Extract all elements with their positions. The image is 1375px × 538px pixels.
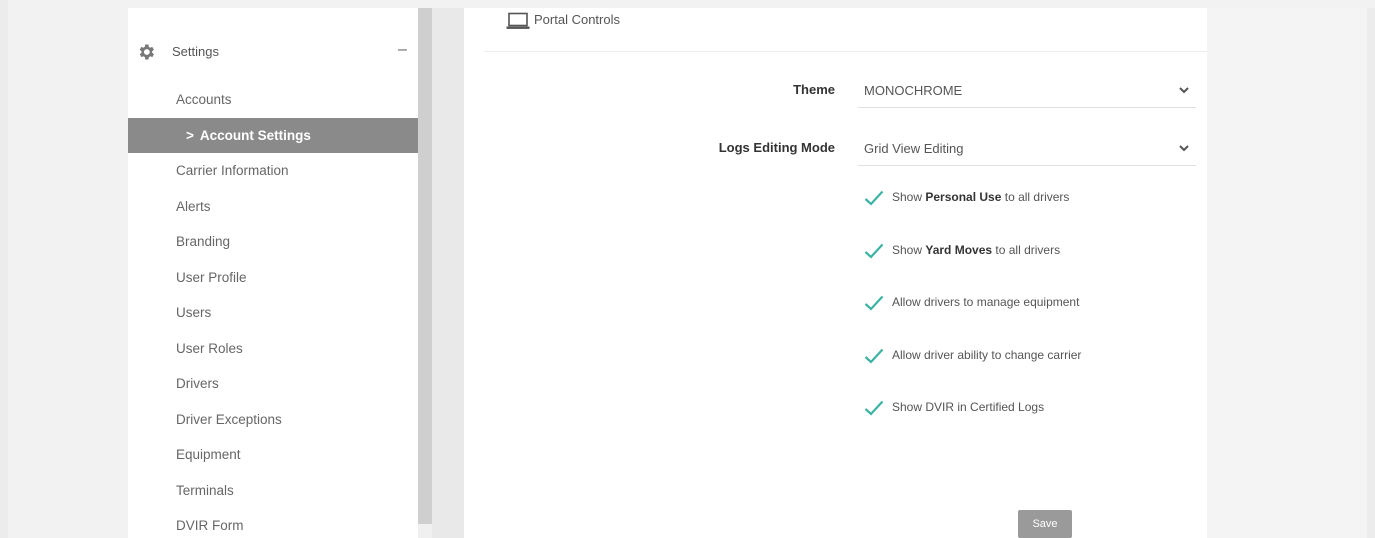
sidebar-item-label: DVIR Form [176, 518, 244, 533]
option-label-post: to all drivers [992, 242, 1061, 257]
option-label-pre: Allow drivers to manage equipment [892, 295, 1080, 309]
sidebar-nav-list: Accounts > Account Settings Carrier Informa… [128, 82, 432, 538]
sidebar-item-users[interactable]: Users [128, 295, 432, 331]
theme-select[interactable]: MONOCHROME [858, 74, 1196, 108]
option-label-bold: Yard Moves [925, 242, 993, 257]
option-checkbox[interactable]: Allow drivers to manage equipment [864, 291, 1194, 344]
sidebar-item-label: Accounts [176, 92, 232, 107]
chevron-right-icon: > [186, 127, 194, 143]
sidebar-item-label: Drivers [176, 376, 219, 391]
sidebar-item-label: Alerts [176, 198, 211, 214]
sidebar-item-terminals[interactable]: Terminals [128, 473, 432, 509]
sidebar-item-account-settings[interactable]: > Account Settings [128, 117, 432, 153]
settings-section-label: Settings [172, 44, 219, 59]
window-edge-right [1367, 8, 1375, 538]
checkmark-icon [864, 348, 884, 364]
sidebar-item-label: Account Settings [199, 127, 311, 143]
checkmark-icon [864, 243, 884, 259]
theme-label: Theme [793, 82, 835, 97]
save-button[interactable]: Save [1018, 510, 1072, 538]
sidebar-scrollbar-thumb[interactable] [418, 8, 432, 524]
sidebar-item-label: Carrier Information [176, 163, 289, 178]
settings-section-header[interactable]: Settings – [128, 38, 418, 66]
logs-editing-select-value: Grid View Editing [864, 141, 964, 156]
option-label: Show DVIR in Certified Logs [892, 396, 1044, 418]
right-gutter [1207, 8, 1367, 538]
laptop-icon [506, 12, 530, 29]
collapse-toggle[interactable]: – [398, 41, 407, 59]
logs-editing-select[interactable]: Grid View Editing [858, 132, 1196, 166]
page-title: Portal Controls [534, 12, 620, 27]
options-checklist: Show Personal Use to all drivers Show Yar… [864, 186, 1194, 449]
checkmark-icon [864, 400, 884, 416]
checkmark-icon [864, 190, 884, 206]
sidebar-item-equipment[interactable]: Equipment [128, 437, 432, 473]
panel-divider [432, 8, 464, 538]
logs-editing-row: Logs Editing Mode Grid View Editing [464, 128, 1207, 168]
sidebar-item-user-roles[interactable]: User Roles [128, 331, 432, 367]
sidebar-item-driver-exceptions[interactable]: Driver Exceptions [128, 402, 432, 438]
option-label-pre: Show [892, 242, 926, 257]
sidebar-item-branding[interactable]: Branding [128, 224, 432, 260]
option-label: Show Personal Use to all drivers [892, 186, 1069, 208]
checkmark-icon [864, 295, 884, 311]
sidebar-item-label: Equipment [176, 447, 241, 462]
sidebar-item-label: Driver Exceptions [176, 411, 282, 427]
option-label: Show Yard Moves to all drivers [892, 239, 1060, 261]
sidebar-item-label: Terminals [176, 482, 234, 498]
option-checkbox[interactable]: Allow driver ability to change carrier [864, 344, 1194, 397]
option-checkbox[interactable]: Show Personal Use to all drivers [864, 186, 1194, 239]
sidebar-item-drivers[interactable]: Drivers [128, 366, 432, 402]
theme-select-value: MONOCHROME [864, 83, 963, 98]
sidebar-item-user-profile[interactable]: User Profile [128, 260, 432, 296]
option-label-post: to all drivers [1001, 190, 1070, 204]
sidebar-item-label: Branding [176, 234, 231, 249]
main-panel: Portal Controls Theme MONOCHROME Logs Ed… [464, 8, 1207, 538]
window-edge-left [0, 0, 8, 538]
option-label-pre: Show DVIR in Certified Logs [892, 400, 1045, 414]
logs-editing-label: Logs Editing Mode [718, 140, 835, 155]
option-label: Allow drivers to manage equipment [892, 291, 1079, 313]
sidebar-item-dvir-form[interactable]: DVIR Form [128, 508, 432, 538]
sidebar-item-label: User Profile [176, 269, 247, 285]
option-checkbox[interactable]: Show DVIR in Certified Logs [864, 396, 1194, 449]
sidebar: Settings – Accounts > Account Settings Carr… [128, 8, 432, 538]
option-label-pre: Show [892, 190, 926, 204]
sidebar-item-alerts[interactable]: Alerts [128, 189, 432, 225]
panel-header: Portal Controls [484, 8, 1207, 52]
sidebar-item-accounts[interactable]: Accounts [128, 82, 432, 118]
chevron-down-icon [1179, 145, 1189, 152]
option-label-pre: Allow driver ability to change carrier [892, 347, 1082, 362]
option-label-bold: Personal Use [925, 190, 1002, 204]
gear-icon [139, 44, 154, 60]
sidebar-item-label: Users [176, 305, 212, 320]
theme-row: Theme MONOCHROME [464, 70, 1207, 110]
sidebar-item-carrier-information[interactable]: Carrier Information [128, 153, 432, 189]
sidebar-item-label: User Roles [176, 340, 243, 356]
option-checkbox[interactable]: Show Yard Moves to all drivers [864, 239, 1194, 292]
chevron-down-icon [1179, 87, 1189, 94]
option-label: Allow driver ability to change carrier [892, 344, 1081, 366]
page: Settings – Accounts > Account Settings Carr… [0, 0, 1375, 538]
